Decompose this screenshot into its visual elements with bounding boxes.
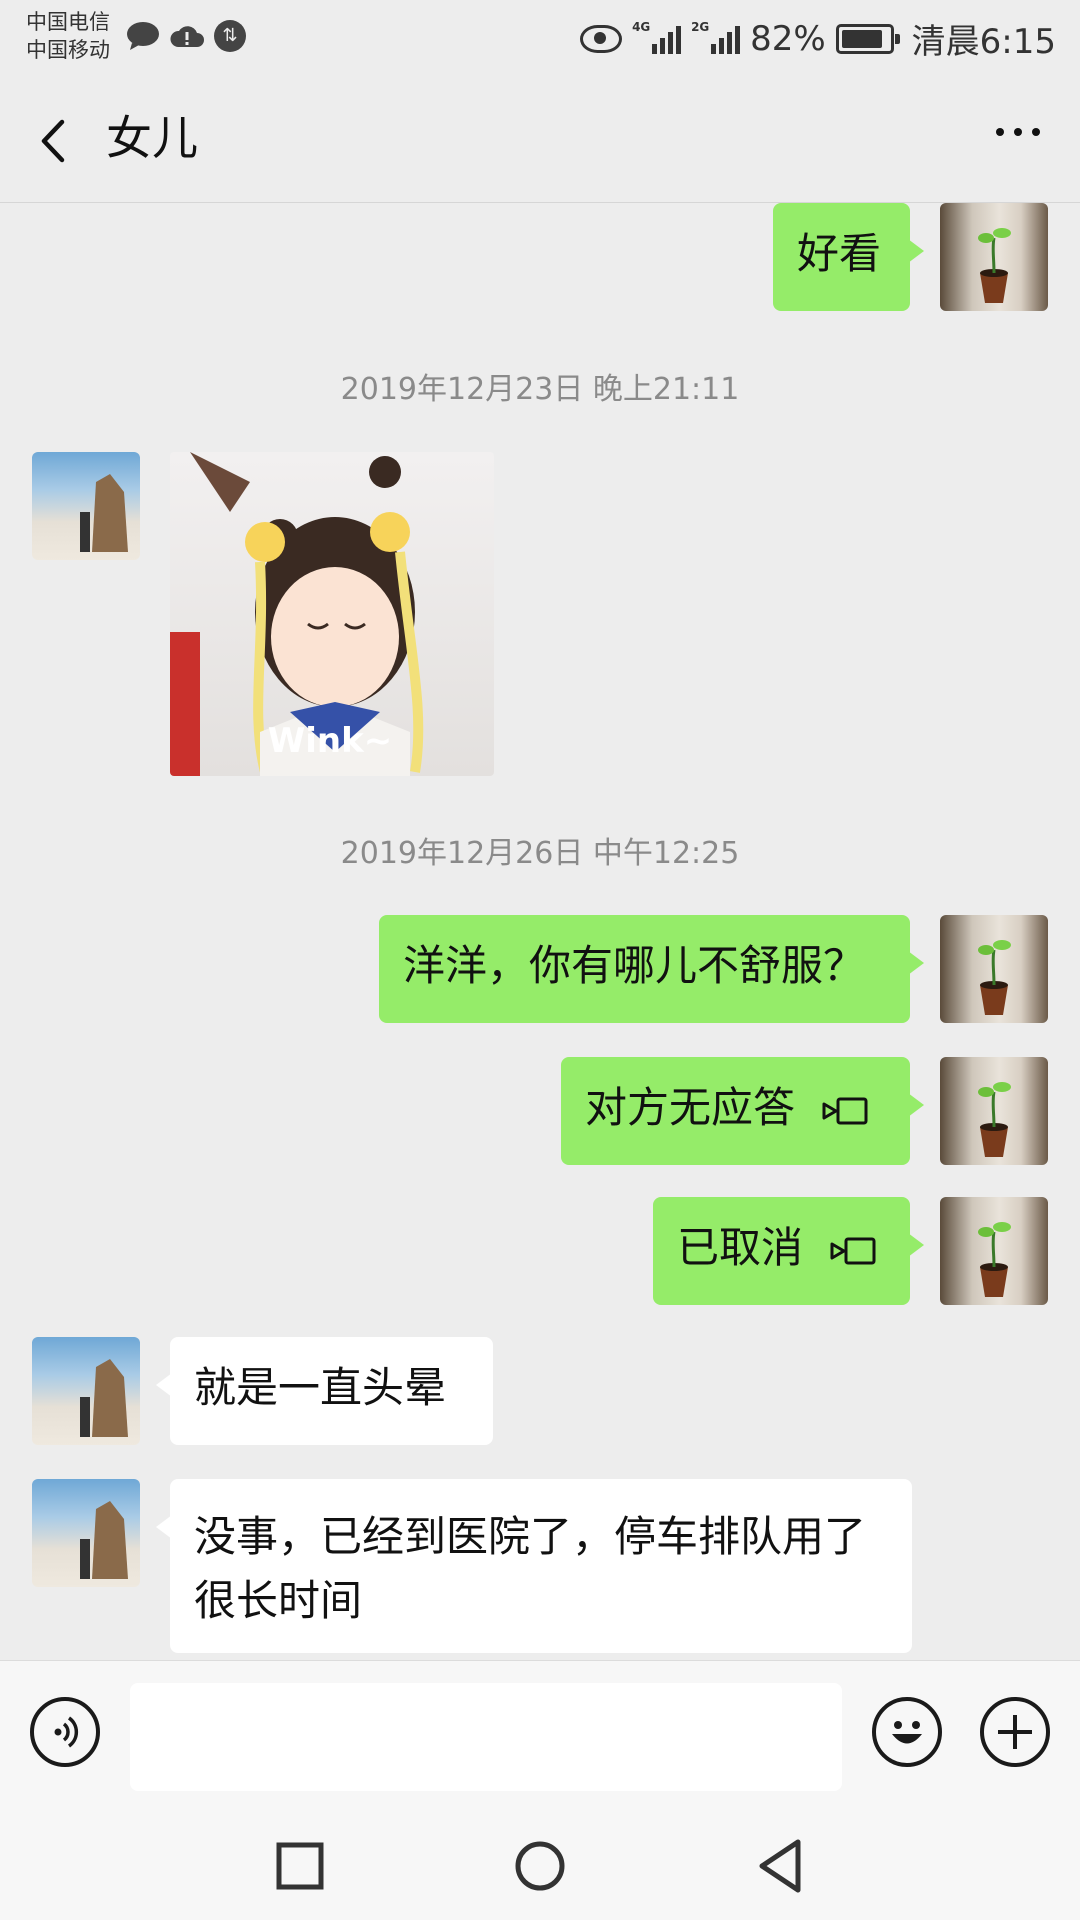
- sticker-caption: Wink~: [268, 721, 392, 761]
- system-nav-bar: [0, 1800, 1080, 1920]
- contact-avatar[interactable]: [32, 1479, 140, 1587]
- carrier-1: 中国电信: [26, 10, 110, 34]
- input-bar: [0, 1660, 1080, 1801]
- status-bar: 中国电信 中国移动 ⇅ 4G 2G 82% 清晨6:15: [0, 0, 1080, 76]
- home-icon[interactable]: [514, 1840, 566, 1892]
- emoji-icon: [892, 1721, 922, 1744]
- more-functions-button[interactable]: [980, 1697, 1050, 1767]
- back-arrow-icon[interactable]: [34, 116, 74, 166]
- emoji-button[interactable]: [872, 1697, 942, 1767]
- message-text: 没事，已经到医院了，停车排队用了很长时间: [194, 1512, 867, 1625]
- message-input[interactable]: [130, 1683, 842, 1791]
- timestamp: 2019年12月26日 中午12:25: [340, 836, 740, 871]
- plant-pot-image: [978, 1222, 1011, 1297]
- call-record-bubble[interactable]: 对方无应答: [561, 1057, 924, 1165]
- eye-comfort-icon: [580, 24, 623, 53]
- notification-icons: ⇅: [126, 20, 246, 52]
- call-record-bubble[interactable]: 已取消: [653, 1197, 924, 1305]
- chat-notification-icon: [127, 22, 159, 50]
- chat-title: 女儿: [106, 111, 198, 165]
- beach-rock-image: [80, 1501, 128, 1579]
- beach-rock-image: [80, 1359, 128, 1437]
- message-text: 好看: [797, 229, 882, 278]
- message-text: 就是一直头晕: [194, 1363, 447, 1412]
- plus-icon: [998, 1715, 1032, 1749]
- message-bubble-sent[interactable]: 洋洋，你有哪儿不舒服？: [379, 915, 924, 1023]
- carrier-2: 中国移动: [26, 38, 110, 62]
- my-avatar[interactable]: [940, 915, 1048, 1023]
- carrier-info: 中国电信 中国移动: [26, 8, 110, 64]
- message-text: 对方无应答: [585, 1083, 796, 1132]
- cloud-alert-icon: [170, 26, 204, 47]
- signal-1-icon: 4G: [632, 20, 682, 54]
- message-bubble-received[interactable]: 没事，已经到医院了，停车排队用了很长时间: [156, 1479, 912, 1653]
- more-options-icon[interactable]: [996, 128, 1040, 136]
- my-avatar[interactable]: [940, 1057, 1048, 1165]
- back-nav-icon[interactable]: [756, 1838, 804, 1894]
- sticker-image[interactable]: Wink~: [170, 452, 494, 776]
- video-call-icon: [830, 1237, 876, 1264]
- video-call-icon: [822, 1097, 868, 1124]
- message-text: 已取消: [677, 1223, 804, 1272]
- message-text: 洋洋，你有哪儿不舒服？: [403, 941, 866, 990]
- beach-rock-image: [80, 474, 128, 552]
- signal-2-icon: 2G: [691, 20, 741, 54]
- voice-icon: [54, 1716, 79, 1748]
- clock: 清晨6:15: [911, 22, 1056, 62]
- plant-pot-image: [978, 940, 1011, 1015]
- plant-pot-image: [978, 1082, 1011, 1157]
- battery-percent: 82%: [750, 18, 826, 59]
- data-transfer-icon: ⇅: [214, 20, 246, 52]
- battery-icon: [835, 23, 900, 54]
- chat-header: 女儿: [0, 76, 1080, 203]
- voice-input-button[interactable]: [30, 1697, 100, 1767]
- contact-avatar[interactable]: [32, 1337, 140, 1445]
- my-avatar[interactable]: [940, 1197, 1048, 1305]
- my-avatar[interactable]: [940, 203, 1048, 311]
- status-right: 4G 2G 82% 清晨6:15: [580, 14, 1056, 63]
- recent-apps-icon[interactable]: [276, 1842, 324, 1890]
- message-bubble-sent[interactable]: 好看: [773, 203, 924, 311]
- wink-girl-sticker: Wink~: [170, 452, 424, 776]
- contact-avatar[interactable]: [32, 452, 140, 560]
- plant-pot-image: [978, 228, 1011, 303]
- message-bubble-received[interactable]: 就是一直头晕: [156, 1337, 493, 1445]
- timestamp: 2019年12月23日 晚上21:11: [340, 372, 740, 407]
